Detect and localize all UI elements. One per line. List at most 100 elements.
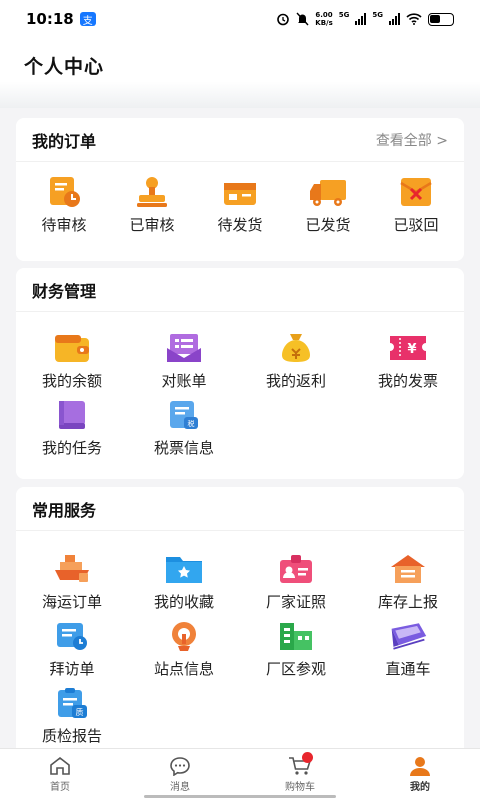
order-shipped[interactable]: 已发货 [305,174,351,235]
tab-cart-label: 购物车 [285,782,315,793]
order-pending-review[interactable]: 待审核 [41,174,87,235]
bottom-tab-bar: 首页 消息 购物车 我的 [0,748,480,800]
profile-icon [410,757,430,776]
service-favorites[interactable]: 我的收藏 [128,551,240,612]
finance-invoice-label: 我的发票 [377,372,438,390]
cart-badge-dot [302,752,313,763]
service-quality-report-label: 质检报告 [41,727,102,745]
service-visit-form[interactable]: 拜访单 [16,618,128,679]
license-icon [276,551,316,587]
service-site-info-label: 站点信息 [153,660,214,678]
finance-statement-label: 对账单 [161,372,207,390]
battery-icon [428,12,454,26]
status-icons: 6.00 KB/s 5G 5G [276,11,454,27]
pending-review-icon [44,174,84,210]
orders-grid: 待审核 已审核 待发货 已发货 已驳回 [16,162,464,235]
finance-header: 财务管理 [16,268,464,312]
tab-profile-label: 我的 [410,782,430,793]
approved-stamp-icon [132,174,172,210]
sim1-label: 5G [338,11,350,19]
location-icon [164,618,204,654]
order-to-ship-label: 待发货 [217,216,263,234]
sim2-label: 5G [372,11,383,19]
quality-report-icon-text: 质 [76,707,84,717]
status-bar: 10:18 支 6.00 KB/s 5G 5G [0,0,480,38]
service-inventory-report[interactable]: 库存上报 [352,551,464,612]
signal-strength-icon-2 [389,13,400,25]
order-rejected-label: 已驳回 [393,216,439,234]
finance-rebate[interactable]: 我的返利 [240,330,352,391]
service-inventory-report-label: 库存上报 [377,593,438,611]
factory-icon [276,618,316,654]
finance-tax-info[interactable]: 税 税票信息 [128,397,240,458]
services-title: 常用服务 [32,500,97,520]
service-factory-visit[interactable]: 厂区参观 [240,618,352,679]
invoice-icon: ¥ [388,330,428,366]
tab-home-label: 首页 [50,782,70,793]
tab-messages-label: 消息 [170,782,190,793]
message-icon [170,757,190,776]
service-sea-order-label: 海运订单 [41,593,102,611]
order-pending-review-label: 待审核 [41,216,87,234]
net-speed: 6.00 KB/s [315,11,332,27]
finance-task-label: 我的任务 [41,439,102,457]
rejected-icon [396,174,436,210]
finance-balance-label: 我的余额 [41,372,102,390]
alarm-icon [277,13,290,26]
service-favorites-label: 我的收藏 [153,593,214,611]
favorite-folder-icon [164,551,204,587]
warehouse-icon [388,551,428,587]
task-book-icon [52,397,92,433]
statement-icon [164,330,204,366]
service-manufacturer-license[interactable]: 厂家证照 [240,551,352,612]
service-site-info[interactable]: 站点信息 [128,618,240,679]
wallet-icon [52,330,92,366]
finance-balance[interactable]: 我的余额 [16,330,128,391]
orders-title: 我的订单 [32,131,97,151]
tax-receipt-icon: 税 [164,397,204,433]
alipay-notification-icon: 支 [79,12,96,27]
quality-report-icon: 质 [52,685,92,721]
service-through-train-label: 直通车 [385,660,431,678]
finance-rebate-label: 我的返利 [265,372,326,390]
tab-profile[interactable]: 我的 [360,749,480,800]
home-indicator [144,795,336,798]
order-rejected[interactable]: 已驳回 [393,174,439,235]
orders-header: 我的订单 查看全部 > [16,118,464,162]
services-header: 常用服务 [16,487,464,531]
to-ship-icon [220,174,260,210]
order-shipped-label: 已发货 [305,216,351,234]
order-approved[interactable]: 已审核 [129,174,175,235]
tab-home[interactable]: 首页 [0,749,120,800]
finance-grid: 我的余额 对账单 我的返利 ¥ 我的发票 我的任务 税 税票信息 [16,312,464,458]
net-speed-value: 6.00 [315,11,333,19]
orders-card: 我的订单 查看全部 > 待审核 已审核 待发货 已发货 已驳回 [16,118,464,261]
money-bag-icon [276,330,316,366]
finance-title: 财务管理 [32,281,97,301]
page-title: 个人中心 [24,56,105,78]
service-manufacturer-license-label: 厂家证照 [265,593,326,611]
visit-form-icon [52,618,92,654]
train-icon [388,618,428,654]
finance-invoice[interactable]: ¥ 我的发票 [352,330,464,391]
tab-messages[interactable]: 消息 [120,749,240,800]
finance-statement[interactable]: 对账单 [128,330,240,391]
service-quality-report[interactable]: 质 质检报告 [16,685,128,746]
service-factory-visit-label: 厂区参观 [265,660,326,678]
order-approved-label: 已审核 [129,216,175,234]
mute-bell-icon [296,12,309,26]
status-time: 10:18 [26,10,74,28]
finance-card: 财务管理 我的余额 对账单 我的返利 ¥ 我的发票 我的任务 税 税票信息 [16,268,464,479]
home-icon [50,756,70,775]
services-card: 常用服务 海运订单 我的收藏 厂家证照 库存上报 拜访单 站点信息 厂区参观 直… [16,487,464,749]
shipped-truck-icon [308,174,348,210]
service-through-train[interactable]: 直通车 [352,618,464,679]
view-all-orders-link[interactable]: 查看全部 > [376,130,448,150]
order-to-ship[interactable]: 待发货 [217,174,263,235]
service-visit-form-label: 拜访单 [49,660,95,678]
service-sea-order[interactable]: 海运订单 [16,551,128,612]
net-speed-unit: KB/s [315,19,333,27]
finance-task[interactable]: 我的任务 [16,397,128,458]
ship-icon [52,551,92,587]
tab-cart[interactable]: 购物车 [240,749,360,800]
